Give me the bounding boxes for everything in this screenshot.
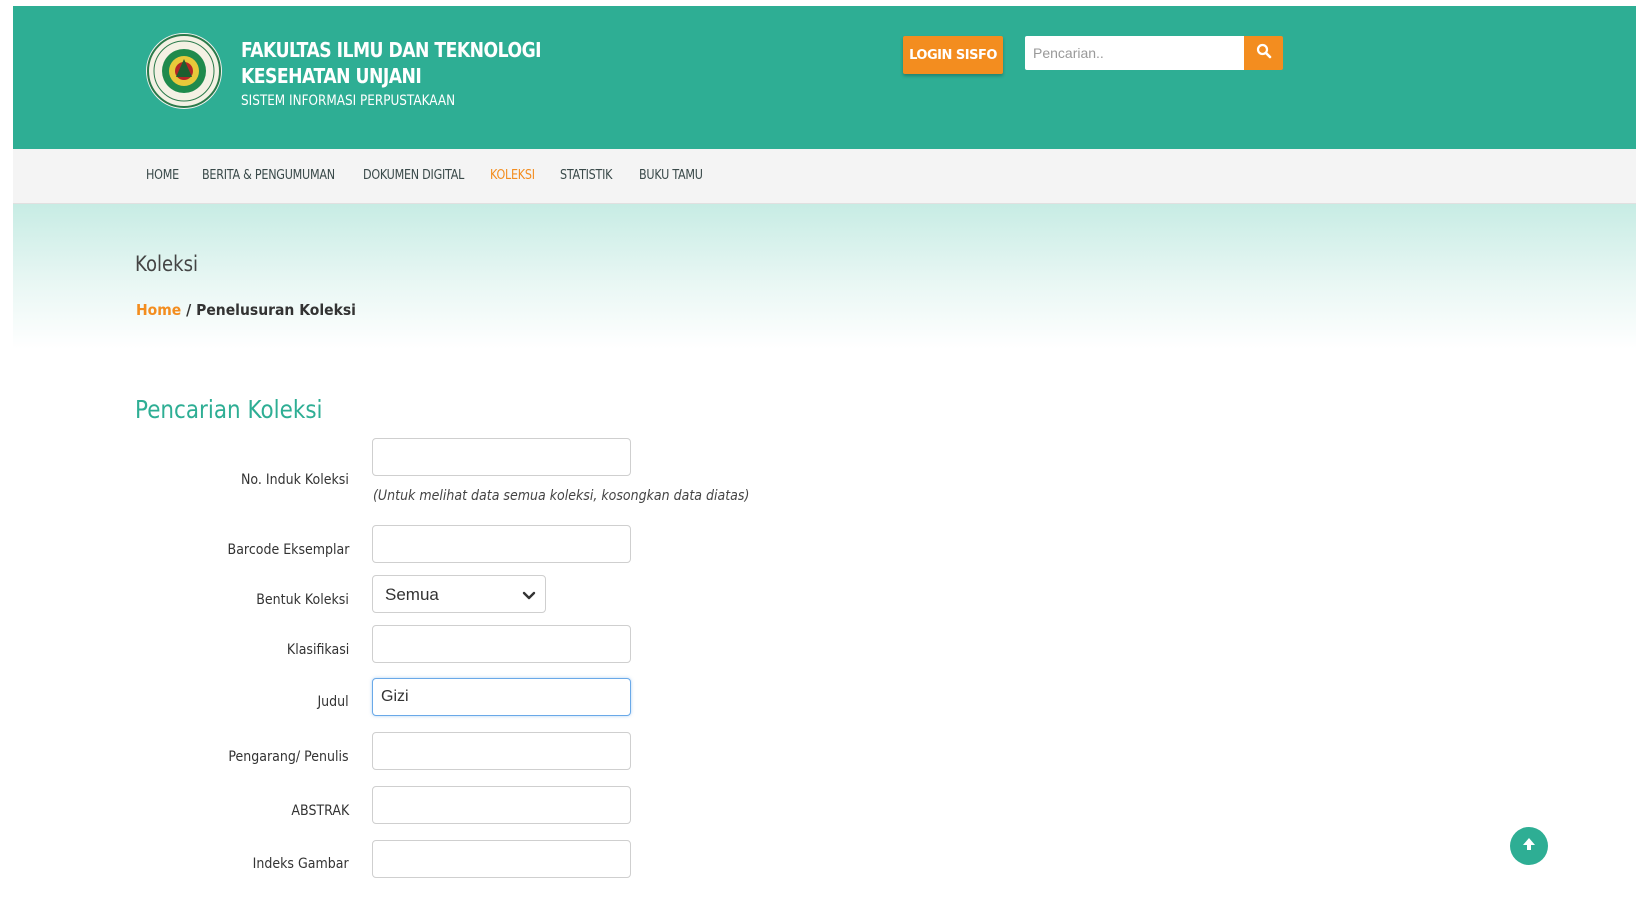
nav-item-home[interactable]: HOME xyxy=(146,168,179,183)
breadcrumb-home-link[interactable]: Home xyxy=(136,301,181,319)
nav-item-statistik[interactable]: STATISTIK xyxy=(560,168,612,183)
no-induk-hint: (Untuk melihat data semua koleksi, koson… xyxy=(373,488,750,504)
label-pengarang: Pengarang/ Penulis xyxy=(228,749,349,765)
label-abstrak: ABSTRAK xyxy=(291,803,349,819)
nav-item-buku-tamu[interactable]: BUKU TAMU xyxy=(639,168,703,183)
judul-input[interactable] xyxy=(372,678,631,716)
site-subtitle: SISTEM INFORMASI PERPUSTAKAAN xyxy=(241,93,456,109)
nav-item-berita[interactable]: BERITA & PENGUMUMAN xyxy=(202,168,335,183)
login-sisfo-button[interactable]: LOGIN SISFO xyxy=(903,36,1003,74)
label-indeks-gambar: Indeks Gambar xyxy=(253,856,349,872)
page: FAKULTAS ILMU DAN TEKNOLOGI KESEHATAN UN… xyxy=(13,6,1636,913)
label-bentuk-koleksi: Bentuk Koleksi xyxy=(256,592,349,608)
page-title: Koleksi xyxy=(135,252,199,276)
search-icon xyxy=(1256,43,1272,64)
arrow-up-icon xyxy=(1521,836,1537,857)
abstrak-input[interactable] xyxy=(372,786,631,824)
main-nav: HOME BERITA & PENGUMUMAN DOKUMEN DIGITAL… xyxy=(13,149,1636,204)
no-induk-input[interactable] xyxy=(372,438,631,476)
breadcrumb: Home / Penelusuran Koleksi xyxy=(136,301,356,319)
label-judul: Judul xyxy=(317,694,349,710)
label-no-induk: No. Induk Koleksi xyxy=(241,472,349,488)
site-header: FAKULTAS ILMU DAN TEKNOLOGI KESEHATAN UN… xyxy=(13,6,1636,149)
search-button[interactable] xyxy=(1244,36,1283,70)
indeks-gambar-input[interactable] xyxy=(372,840,631,878)
section-title: Pencarian Koleksi xyxy=(135,395,323,424)
barcode-input[interactable] xyxy=(372,525,631,563)
site-title-line1: FAKULTAS ILMU DAN TEKNOLOGI xyxy=(241,38,542,62)
site-title-line2: KESEHATAN UNJANI xyxy=(241,64,422,88)
pengarang-input[interactable] xyxy=(372,732,631,770)
faculty-seal-logo[interactable] xyxy=(146,33,222,109)
bentuk-koleksi-select[interactable]: Semua xyxy=(372,575,546,613)
label-barcode: Barcode Eksemplar xyxy=(227,542,349,558)
label-klasifikasi: Klasifikasi xyxy=(286,642,349,658)
nav-item-dokumen-digital[interactable]: DOKUMEN DIGITAL xyxy=(363,168,464,183)
bentuk-koleksi-value: Semua xyxy=(385,585,439,604)
breadcrumb-current: Penelusuran Koleksi xyxy=(196,301,356,319)
search-input[interactable] xyxy=(1025,36,1245,70)
klasifikasi-input[interactable] xyxy=(372,625,631,663)
scroll-to-top-button[interactable] xyxy=(1510,827,1548,865)
chevron-down-icon xyxy=(522,588,536,606)
nav-item-koleksi[interactable]: KOLEKSI xyxy=(490,168,535,183)
breadcrumb-separator: / xyxy=(186,301,192,319)
page-banner: Koleksi Home / Penelusuran Koleksi xyxy=(13,204,1636,349)
